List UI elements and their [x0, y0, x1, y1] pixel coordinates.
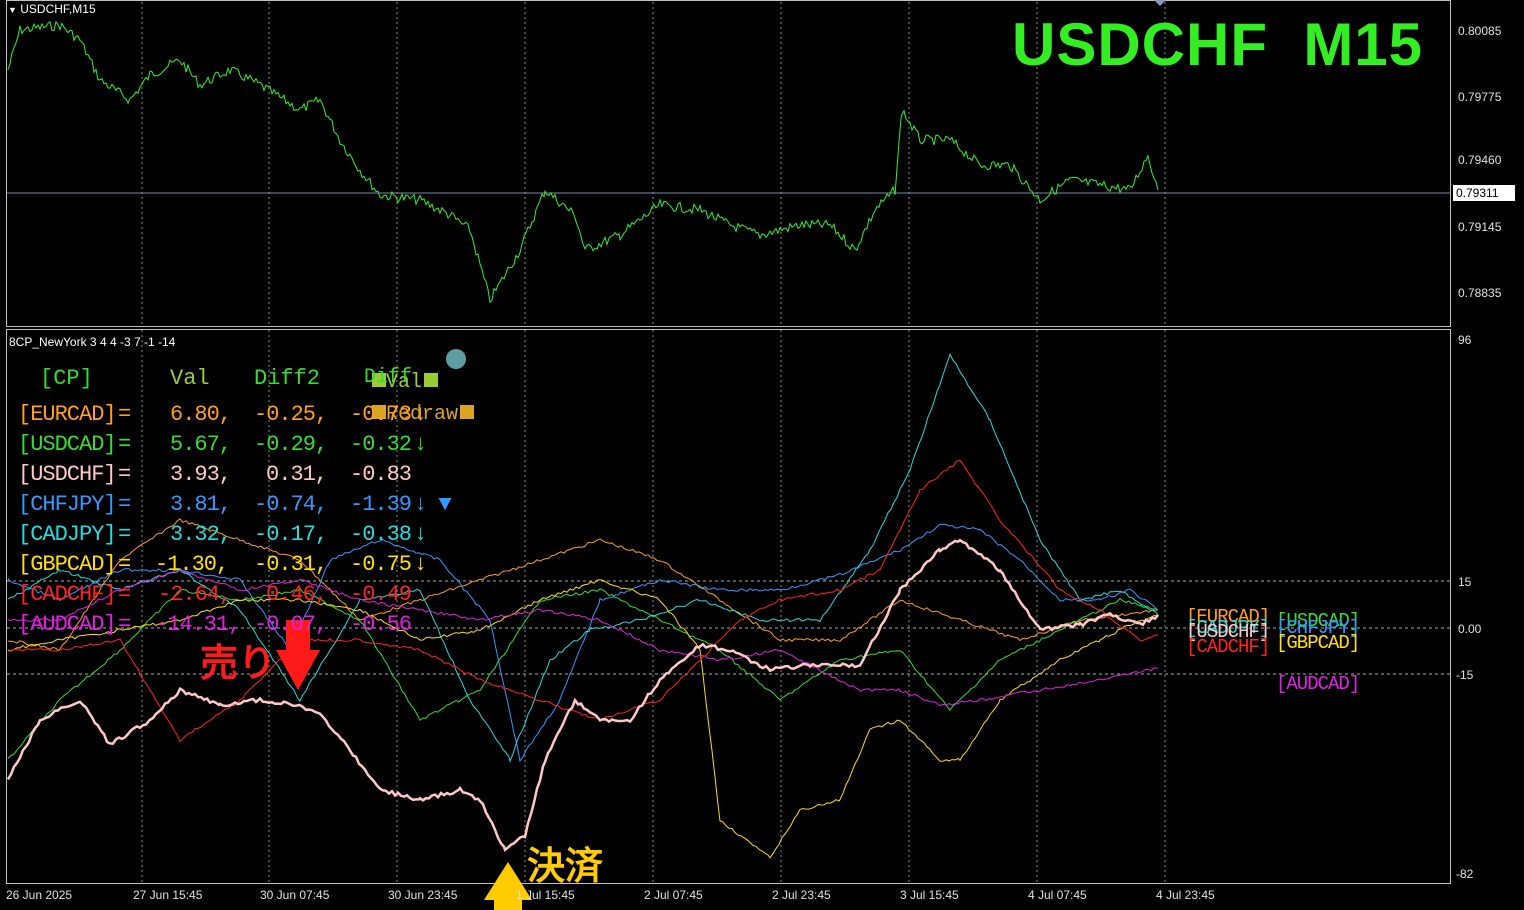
settle-label: 決済: [527, 844, 604, 888]
table-header-diff2: Diff2: [254, 366, 321, 391]
time-tick: 4 Jul 07:45: [1028, 888, 1087, 902]
tag-audcad: [AUDCAD]: [1276, 673, 1360, 695]
table-diff2: -0.31,: [254, 552, 328, 577]
table-val: 6.80,: [170, 402, 232, 427]
table-val: 3.32,: [170, 522, 232, 547]
table-val: -2.64,: [158, 582, 232, 607]
circle-toggle-icon[interactable]: [446, 349, 466, 369]
table-header-cp: [CP]: [40, 366, 93, 391]
table-arrow: ↓: [414, 402, 427, 427]
table-equals: =: [118, 492, 131, 517]
time-tick: 4 Jul 23:45: [1156, 888, 1215, 902]
time-tick: 2 Jul 07:45: [644, 888, 703, 902]
table-diff: -0.83: [350, 462, 412, 487]
table-diff2: -0.74,: [254, 492, 328, 517]
table-equals: =: [118, 462, 131, 487]
price-tick: 0.78835: [1458, 286, 1502, 300]
table-arrow: ↓: [414, 522, 427, 547]
price-tick: 0.79145: [1458, 220, 1502, 234]
indicator-scale-15: 15: [1458, 575, 1472, 589]
indicator-name: 8CP_NewYork 3 4 4 -3 7 -1 -14: [9, 335, 176, 349]
time-tick: 30 Jun 23:45: [388, 888, 458, 902]
table-val: -1.30,: [155, 552, 229, 577]
table-equals: =: [118, 582, 131, 607]
table-diff: -1.39: [350, 492, 412, 517]
table-diff2: -0.25,: [254, 402, 328, 427]
table-equals: =: [118, 552, 131, 577]
table-equals: =: [118, 432, 131, 457]
table-diff: -0.32: [350, 432, 412, 457]
sell-label: 売り: [200, 641, 277, 685]
price-tick: 0.80085: [1458, 24, 1502, 38]
table-pair: [CADJPY]: [18, 522, 117, 547]
time-tick: 3 Jul 15:45: [900, 888, 959, 902]
table-header-val: Val: [170, 366, 210, 391]
price-series-line: [7, 20, 1159, 304]
tag-gbpcad: [GBPCAD]: [1276, 632, 1360, 654]
table-pair: [CADCHF]: [18, 582, 117, 607]
table-val: 5.67,: [170, 432, 232, 457]
table-pair: [AUDCAD]: [18, 612, 117, 637]
table-diff2: 0.31,: [266, 462, 328, 487]
tag-cadchf: [CADCHF]: [1186, 636, 1270, 658]
table-arrow: ↓ ▼: [414, 492, 452, 517]
table-diff2: -0.17,: [254, 522, 328, 547]
table-pair: [USDCAD]: [18, 432, 117, 457]
price-tick: 0.79775: [1458, 90, 1502, 104]
indicator-scale-m15: -15: [1456, 668, 1474, 682]
table-arrow: ↓: [414, 552, 427, 577]
table-pair: [CHFJPY]: [18, 492, 117, 517]
table-diff: -0.56: [350, 612, 412, 637]
table-arrow: ↓: [414, 432, 427, 457]
current-price-label: 0.79311: [1453, 185, 1515, 201]
table-val: 3.93,: [170, 462, 232, 487]
table-val: 3.81,: [170, 492, 232, 517]
symbol-label: USDCHF,M15: [20, 2, 96, 16]
time-tick: 27 Jun 15:45: [133, 888, 203, 902]
time-tick: 30 Jun 07:45: [260, 888, 330, 902]
table-diff: -0.75: [350, 552, 412, 577]
sell-arrow-head: [276, 650, 320, 690]
time-tick: 2 Jul 23:45: [772, 888, 831, 902]
table-pair: [GBPCAD]: [18, 552, 117, 577]
symbol-header[interactable]: ▼ USDCHF,M15: [8, 2, 96, 16]
dropdown-triangle-icon[interactable]: ▼: [8, 5, 17, 15]
indicator-scale-bottom: -82: [1456, 867, 1474, 881]
time-tick: 1 Jul 15:45: [516, 888, 575, 902]
table-equals: =: [118, 612, 131, 637]
indicator-scale-0: 0.00: [1458, 622, 1482, 636]
table-diff: -0.38: [350, 522, 412, 547]
time-tick: 26 Jun 2025: [6, 888, 73, 902]
table-equals: =: [118, 522, 131, 547]
table-diff: -0.49: [350, 582, 412, 607]
table-pair: [USDCHF]: [18, 462, 117, 487]
overlay-title: USDCHF M15: [1012, 11, 1424, 78]
table-pair: [EURCAD]: [18, 402, 117, 427]
table-diff2: 0.46,: [266, 582, 328, 607]
indicator-scale-top: 96: [1458, 333, 1472, 347]
table-equals: =: [118, 402, 131, 427]
table-diff2: -0.29,: [254, 432, 328, 457]
table-diff: -0.73: [350, 402, 412, 427]
price-tick: 0.79460: [1458, 153, 1502, 167]
marker-icon: [1154, 0, 1166, 6]
